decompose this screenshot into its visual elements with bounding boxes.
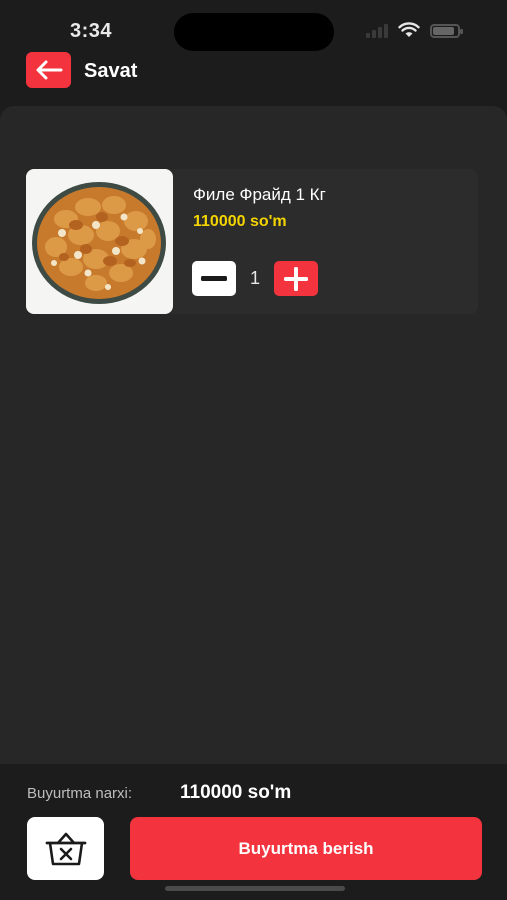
cart-item: Филе Фрайд 1 Кг 110000 so'm 1 xyxy=(26,169,478,314)
cart-panel: Филе Фрайд 1 Кг 110000 so'm 1 xyxy=(0,106,507,796)
status-time: 3:34 xyxy=(70,20,113,42)
clear-cart-button[interactable] xyxy=(27,817,104,880)
battery-icon xyxy=(430,24,463,38)
battery-level xyxy=(433,27,454,35)
status-bar: 3:34 xyxy=(0,0,507,52)
minus-icon xyxy=(201,275,227,281)
header: Savat xyxy=(0,52,507,96)
cellular-signal-icon xyxy=(366,24,392,38)
order-footer: Buyurtma narxi: 110000 so'm Buyurtma ber… xyxy=(0,764,507,900)
cart-screen: 3:34 Savat Филе Фрайд 1 Кг 110000 so'm 1… xyxy=(0,0,507,900)
product-image xyxy=(26,169,173,314)
wifi-icon xyxy=(398,22,420,37)
arrow-left-icon xyxy=(36,60,62,80)
total-label: Buyurtma narxi: xyxy=(27,785,133,802)
increase-quantity-button[interactable] xyxy=(274,261,318,296)
quantity-value: 1 xyxy=(249,268,260,288)
place-order-button[interactable]: Buyurtma berish xyxy=(130,817,482,880)
basket-remove-icon xyxy=(45,832,86,865)
home-indicator xyxy=(165,886,345,891)
fried-chicken-plate-photo xyxy=(32,182,166,304)
total-value: 110000 so'm xyxy=(180,782,292,803)
dynamic-island xyxy=(174,13,334,51)
back-button[interactable] xyxy=(26,52,71,88)
product-name: Филе Фрайд 1 Кг xyxy=(193,185,326,204)
plus-icon xyxy=(284,266,308,291)
decrease-quantity-button[interactable] xyxy=(192,261,236,296)
page-title: Savat xyxy=(84,60,138,82)
product-price: 110000 so'm xyxy=(193,213,287,230)
